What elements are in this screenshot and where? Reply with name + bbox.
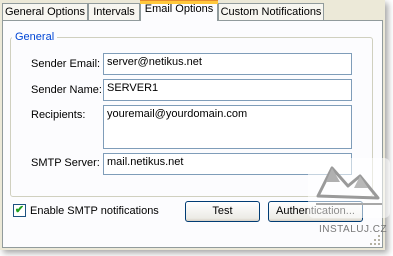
tab-intervals[interactable]: Intervals	[88, 3, 140, 20]
tab-email-options[interactable]: Email Options	[140, 0, 218, 21]
enable-smtp-checkbox[interactable]: ✔	[13, 204, 26, 217]
smtp-server-label: SMTP Server:	[31, 157, 100, 169]
sender-email-field[interactable]: server@netikus.net	[103, 53, 352, 75]
sender-name-label: Sender Name:	[31, 84, 102, 96]
tab-custom-notifications[interactable]: Custom Notifications	[218, 3, 324, 20]
watermark-text: INSTALUJ.CZ	[319, 224, 388, 235]
recipients-field[interactable]: youremail@yourdomain.com	[103, 105, 352, 149]
recipients-label: Recipients:	[31, 109, 86, 121]
enable-smtp-label[interactable]: Enable SMTP notifications	[30, 205, 159, 217]
test-button[interactable]: Test	[185, 201, 260, 222]
resize-grip-icon[interactable]	[369, 234, 382, 247]
group-title: General	[12, 31, 58, 43]
sender-email-label: Sender Email:	[31, 58, 101, 70]
instaluj-logo-icon	[308, 158, 390, 218]
sender-name-field[interactable]: SERVER1	[103, 79, 352, 101]
tab-general-options[interactable]: General Options	[2, 3, 88, 20]
